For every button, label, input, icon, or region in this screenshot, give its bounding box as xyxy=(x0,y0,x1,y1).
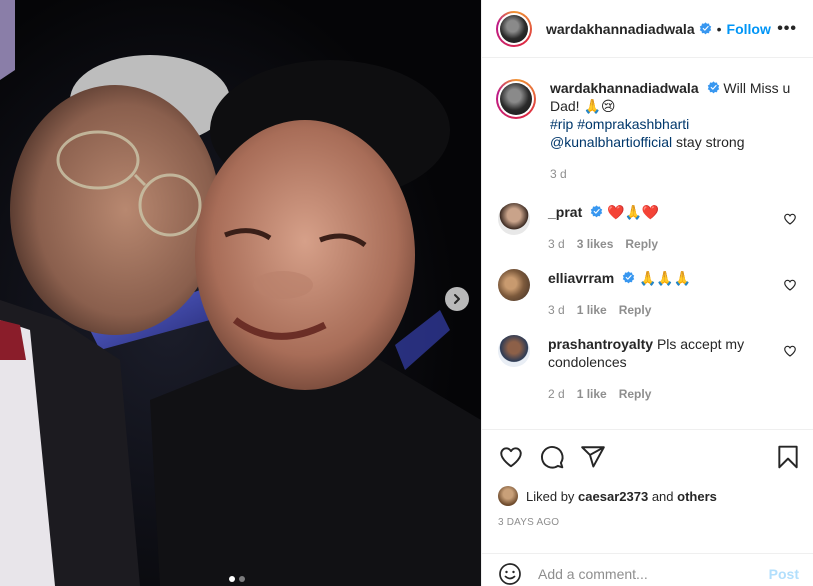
comment-like-heart-icon[interactable] xyxy=(783,278,797,292)
post-header: wardakhannadiadwala • Follow ••• xyxy=(482,0,813,58)
carousel-dots xyxy=(229,576,245,582)
share-paper-plane-icon[interactable] xyxy=(580,444,606,470)
post-side-panel: wardakhannadiadwala • Follow ••• wardakh… xyxy=(481,0,813,586)
emoji-smiley-icon[interactable] xyxy=(498,562,522,586)
verified-badge-icon xyxy=(707,81,719,94)
caption-hashtags[interactable]: #rip #omprakashbharti xyxy=(550,115,797,133)
caption-avatar[interactable] xyxy=(496,79,536,119)
like-heart-icon[interactable] xyxy=(498,444,524,470)
comment-likes-count[interactable]: 1 like xyxy=(577,385,607,403)
comment-reply-button[interactable]: Reply xyxy=(619,385,652,403)
header-separator: • xyxy=(716,20,722,37)
caption-mention-suffix: stay strong xyxy=(672,134,745,150)
verified-badge-icon xyxy=(622,271,635,284)
liked-by-user[interactable]: caesar2373 xyxy=(578,489,648,504)
save-bookmark-icon[interactable] xyxy=(775,444,801,470)
caption-timestamp[interactable]: 3 d xyxy=(550,165,797,183)
comment-username[interactable]: _prat xyxy=(548,204,582,220)
comment-avatar[interactable] xyxy=(498,269,530,301)
comments-list[interactable]: wardakhannadiadwala Will Miss u Dad! 🙏😢 … xyxy=(482,59,813,429)
author-username[interactable]: wardakhannadiadwala xyxy=(546,21,695,37)
post-comment-button[interactable]: Post xyxy=(769,566,799,582)
comment-like-heart-icon[interactable] xyxy=(783,344,797,358)
author-avatar[interactable] xyxy=(496,10,532,47)
liker-avatar[interactable] xyxy=(498,486,518,506)
comment-likes-count[interactable]: 3 likes xyxy=(577,235,614,253)
comment-timestamp[interactable]: 3 d xyxy=(548,235,565,253)
comment-item: elliavrram 🙏🙏🙏 3 d 1 like Reply xyxy=(496,269,797,319)
more-options-button[interactable]: ••• xyxy=(777,20,797,38)
comment-likes-count[interactable]: 1 like xyxy=(577,301,607,319)
post-actions-bar xyxy=(482,429,813,483)
verified-badge-icon xyxy=(590,205,603,218)
post-caption: wardakhannadiadwala Will Miss u Dad! 🙏😢 … xyxy=(496,59,797,183)
post-timestamp[interactable]: 3 DAYS AGO xyxy=(498,517,559,528)
photo-image xyxy=(0,0,481,586)
comment-username[interactable]: elliavrram xyxy=(548,270,614,286)
comment-timestamp[interactable]: 2 d xyxy=(548,385,565,403)
follow-button[interactable]: Follow xyxy=(727,21,771,37)
comment-avatar[interactable] xyxy=(498,335,530,367)
comment-bubble-icon[interactable] xyxy=(539,444,565,470)
comment-text: 🙏🙏🙏 xyxy=(638,270,692,286)
carousel-dot-active xyxy=(229,576,235,582)
add-comment-bar: Post xyxy=(482,553,813,586)
next-photo-button[interactable] xyxy=(445,287,469,311)
liked-by-others[interactable]: others xyxy=(677,489,717,504)
verified-badge-icon xyxy=(699,22,711,35)
comment-reply-button[interactable]: Reply xyxy=(625,235,658,253)
comment-item: _prat ❤️🙏❤️ 3 d 3 likes Reply xyxy=(496,203,797,253)
caption-mention[interactable]: @kunalbhartiofficial xyxy=(550,134,672,150)
comment-item: prashantroyalty Pls accept my condolence… xyxy=(496,335,797,403)
liked-by-middle: and xyxy=(651,488,674,504)
post-photo[interactable] xyxy=(0,0,481,586)
comment-timestamp[interactable]: 3 d xyxy=(548,301,565,319)
comment-username[interactable]: prashantroyalty xyxy=(548,336,653,352)
carousel-dot xyxy=(239,576,245,582)
add-comment-input[interactable] xyxy=(538,565,769,582)
chevron-right-icon xyxy=(454,294,460,304)
liked-by-prefix: Liked by xyxy=(526,488,575,504)
comment-like-heart-icon[interactable] xyxy=(783,212,797,226)
caption-username[interactable]: wardakhannadiadwala xyxy=(550,80,699,96)
comment-text: ❤️🙏❤️ xyxy=(607,204,660,220)
comment-reply-button[interactable]: Reply xyxy=(619,301,652,319)
liked-by-row: Liked by caesar2373 and others xyxy=(498,486,717,506)
comment-avatar[interactable] xyxy=(498,203,530,235)
